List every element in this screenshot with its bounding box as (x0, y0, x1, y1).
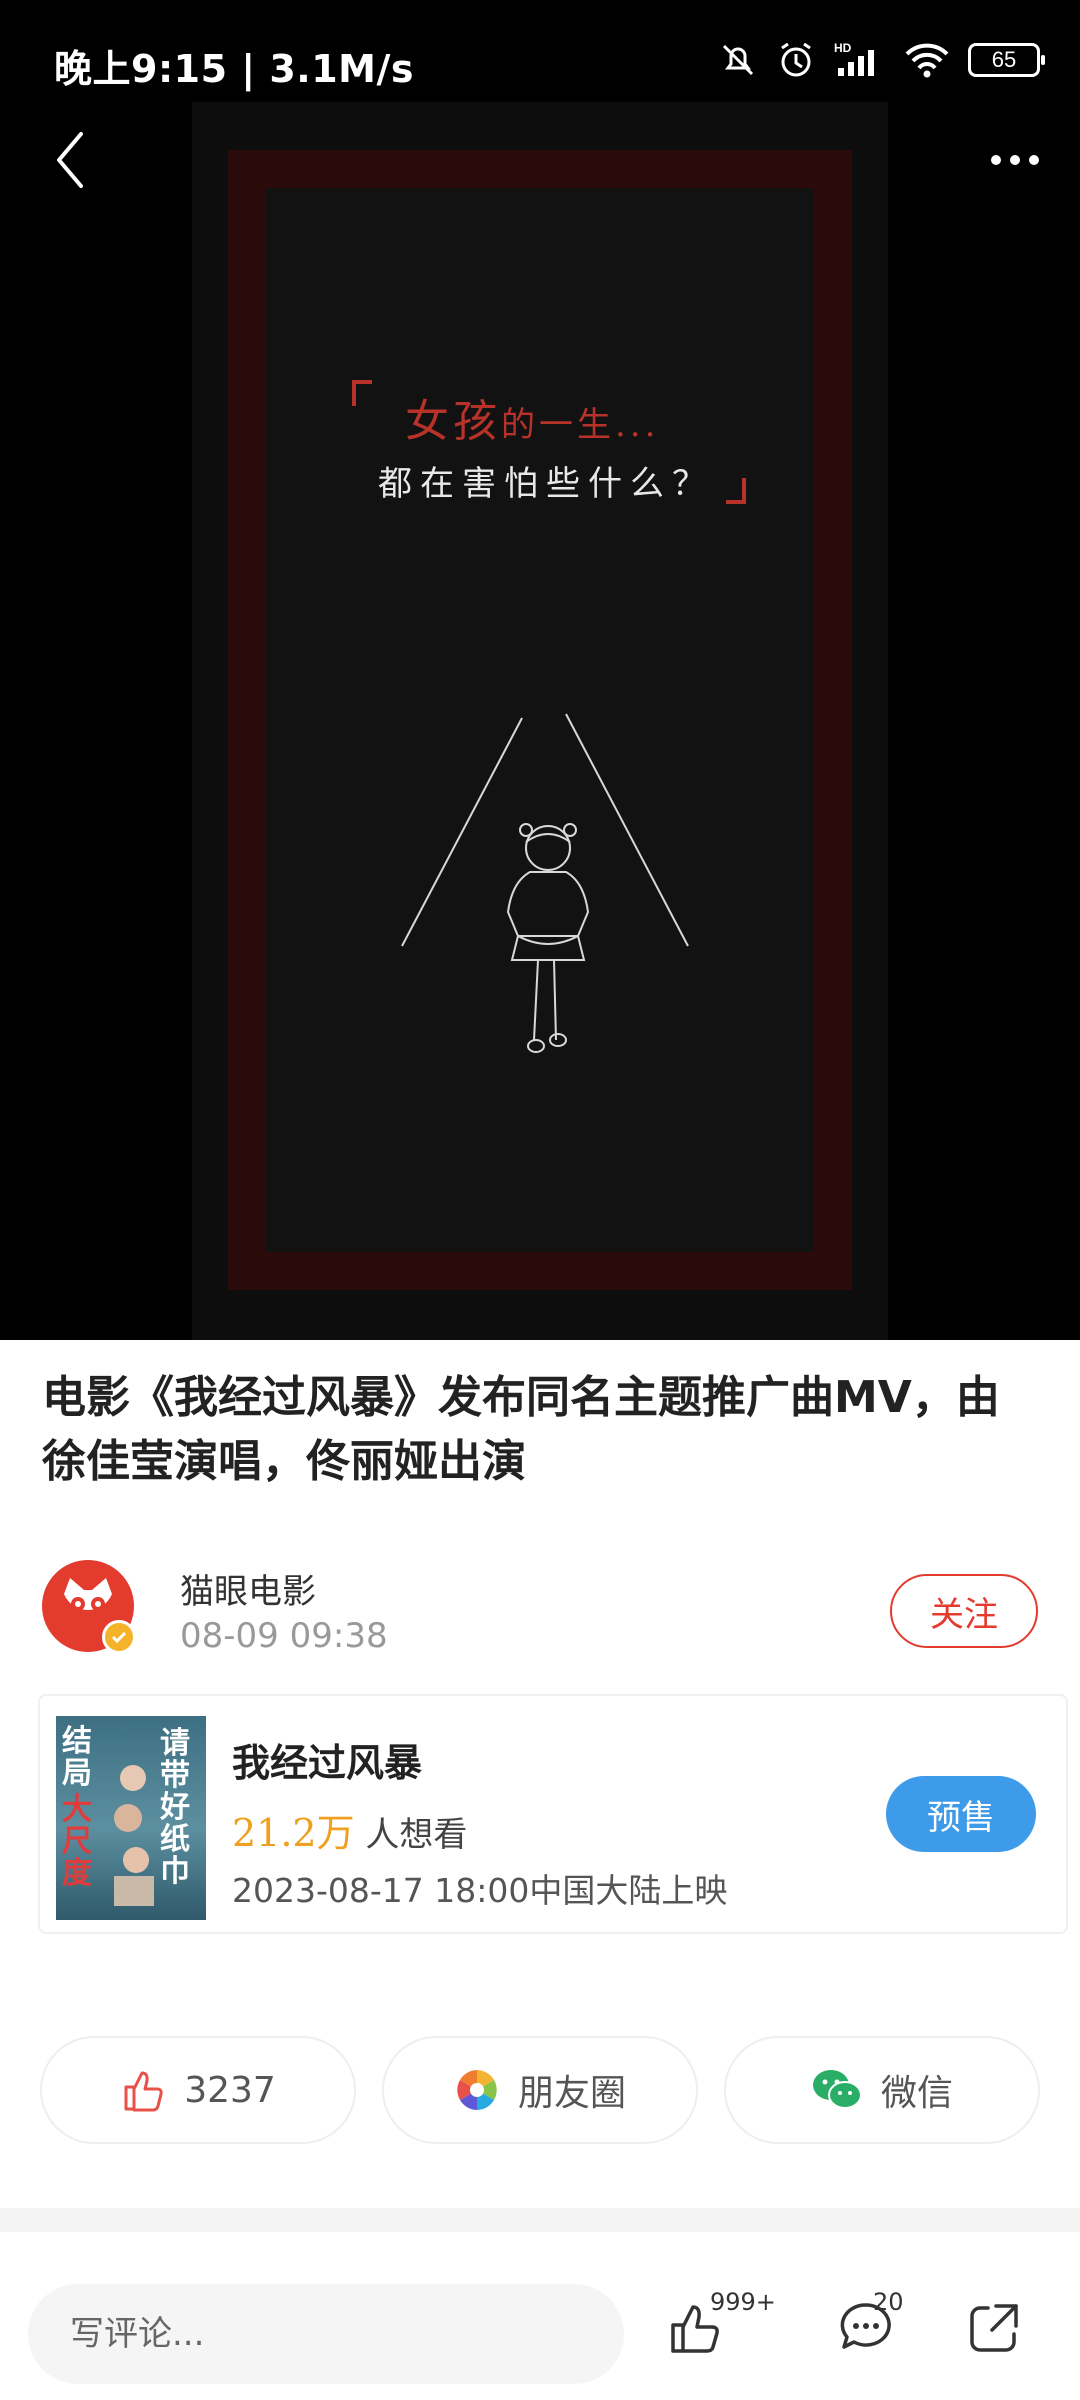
status-bar: 晚上9:15 | 3.1M/s HD 65 (0, 0, 1080, 130)
wechat-label: 微信 (880, 2073, 953, 2114)
battery-level: 65 (991, 47, 1017, 72)
want-suffix: 人想看 (354, 1815, 468, 1855)
caption-bracket-close (726, 478, 746, 504)
like-badge: 999+ (710, 2288, 776, 2316)
want-to-watch: 21.2万 人想看 (232, 1802, 467, 1857)
poster-faces (114, 1765, 154, 1906)
presale-button[interactable]: 预售 (886, 1776, 1036, 1852)
moments-label: 朋友圈 (517, 2073, 626, 2114)
thumb-up-icon (124, 2071, 163, 2112)
share-row: 3237 朋友圈 微信 (40, 2036, 1040, 2146)
share-moments-button[interactable]: 朋友圈 (382, 2036, 698, 2144)
chevron-left-icon (57, 132, 83, 188)
author-row: 猫眼电影 08-09 09:38 关注 (42, 1560, 1042, 1660)
comment-badge: 20 (873, 2288, 904, 2316)
publish-time: 08-09 09:38 (180, 1616, 388, 1656)
more-dots-icon (991, 155, 1039, 165)
poster-text-3: 大尺度 (62, 1792, 92, 1891)
author-name[interactable]: 猫眼电影 (180, 1564, 316, 1613)
want-count: 21.2万 (232, 1811, 355, 1855)
poster-text-2: 请带好纸巾 (160, 1726, 190, 1889)
article-title: 电影《我经过风暴》发布同名主题推广曲MV，由徐佳莹演唱，佟丽娅出演 (42, 1372, 1000, 1487)
status-time: 晚上9:15 | 3.1M/s (54, 47, 414, 91)
movie-poster[interactable]: 结局 大尺度 请带好纸巾 (56, 1716, 206, 1920)
wifi-icon (905, 43, 949, 78)
girl-illustration (401, 713, 689, 1053)
video-caption-line2: 都在害怕些什么？ (378, 464, 714, 504)
release-info: 2023-08-17 18:00中国大陆上映 (232, 1871, 728, 1910)
wechat-icon (812, 2070, 862, 2109)
like-button[interactable]: 3237 (40, 2036, 356, 2144)
caption-small: 的一生... (501, 405, 660, 445)
video-caption-line1: 女孩的一生... (405, 385, 659, 449)
back-button[interactable] (40, 122, 100, 198)
movie-title: 我经过风暴 (232, 1741, 423, 1785)
section-divider (0, 2208, 1080, 2232)
verified-badge-icon (102, 1620, 136, 1654)
share-icon (970, 2304, 1018, 2352)
share-wechat-button[interactable]: 微信 (724, 2036, 1040, 2144)
bottom-share-button[interactable] (962, 2296, 1026, 2360)
comment-input[interactable] (28, 2284, 624, 2384)
alarm-icon (781, 42, 811, 77)
battery-icon: 65 (968, 43, 1045, 77)
hd-signal-icon: HD (834, 41, 874, 76)
status-icons: HD 65 (718, 40, 1045, 80)
follow-button[interactable]: 关注 (890, 1574, 1038, 1648)
movie-card[interactable]: 结局 大尺度 请带好纸巾 我经过风暴 21.2万 人想看 2023-08-17 … (38, 1694, 1068, 1934)
moments-icon (456, 2070, 497, 2110)
svg-text:HD: HD (834, 41, 852, 55)
video-player[interactable]: 女孩的一生... 都在害怕些什么？ 晚上9:15 | 3.1M/s HD 65 (0, 0, 1080, 1340)
more-button[interactable] (980, 132, 1050, 188)
mute-bell-icon (722, 44, 754, 76)
caption-bracket-open (352, 380, 372, 406)
like-count: 3237 (184, 2069, 276, 2111)
caption-big: 女孩 (405, 396, 501, 447)
poster-text-1: 结局 (62, 1724, 92, 1791)
bottom-bar: 999+ 20 (0, 2232, 1080, 2400)
